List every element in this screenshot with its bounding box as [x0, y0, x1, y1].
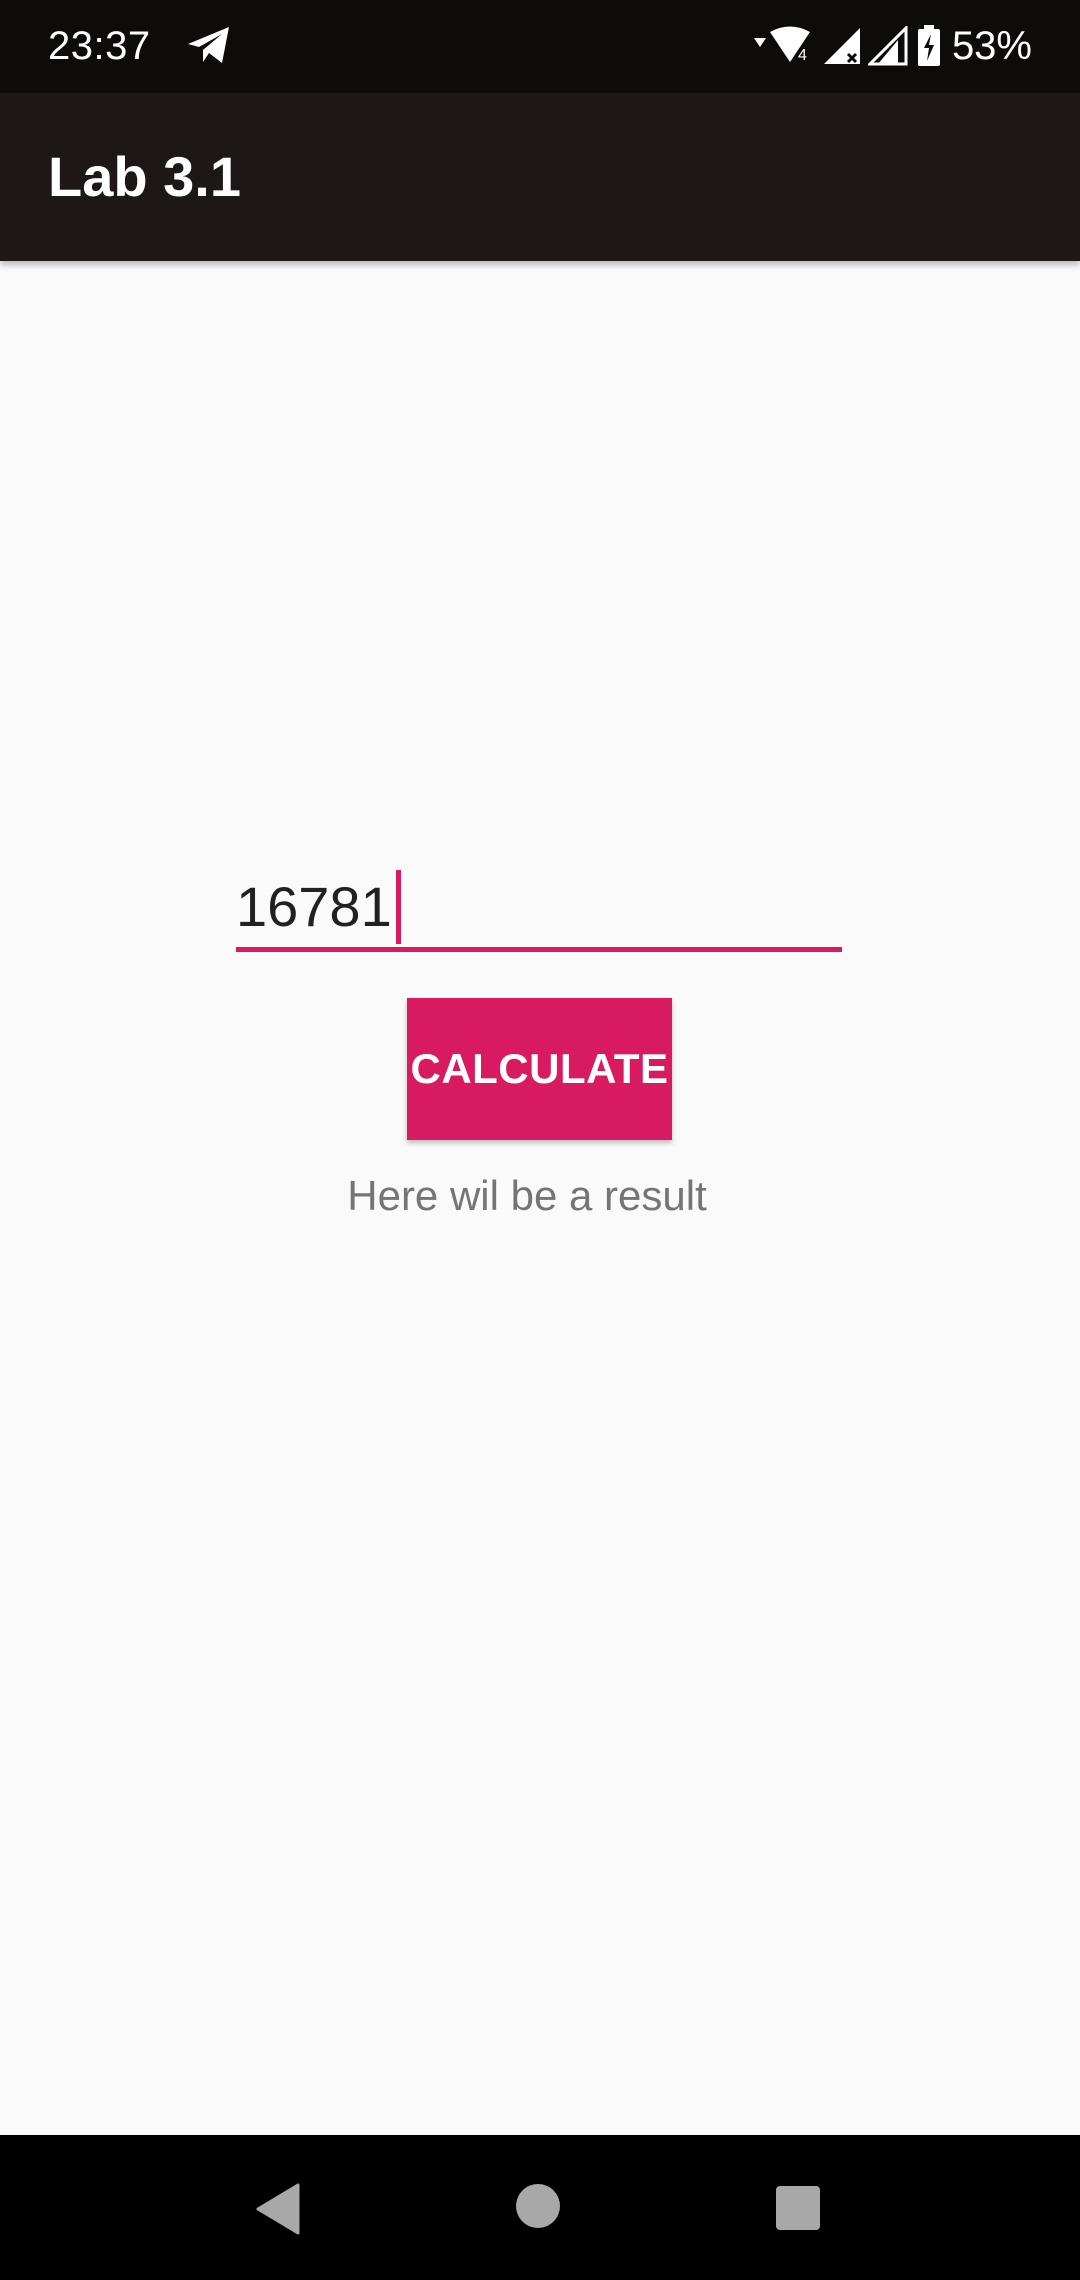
battery-charging-icon — [917, 25, 940, 66]
status-time: 23:37 — [48, 24, 151, 68]
signal-icon — [867, 26, 908, 66]
recents-icon[interactable] — [775, 2185, 821, 2231]
text-cursor — [395, 870, 401, 944]
status-bar: 23:37 4 53% — [0, 0, 1080, 93]
calculate-button[interactable]: CALCULATE — [407, 998, 672, 1140]
navigation-bar — [0, 2135, 1080, 2280]
app-bar: Lab 3.1 — [0, 93, 1080, 261]
input-value: 16781 — [236, 875, 392, 938]
result-text: Here wil be a result — [347, 1172, 707, 1219]
number-input[interactable]: 16781 — [236, 862, 842, 952]
telegram-icon — [188, 27, 229, 63]
page-title: Lab 3.1 — [48, 145, 241, 208]
back-icon[interactable] — [254, 2183, 300, 2235]
signal-icon — [823, 28, 860, 64]
home-icon[interactable] — [515, 2183, 561, 2229]
wifi-icon: 4 — [753, 26, 810, 64]
battery-percentage: 53% — [951, 24, 1032, 68]
status-icons: 4 53% — [752, 20, 1032, 72]
svg-text:4: 4 — [798, 47, 807, 64]
input-value-wrapper: 16781 — [236, 870, 401, 944]
